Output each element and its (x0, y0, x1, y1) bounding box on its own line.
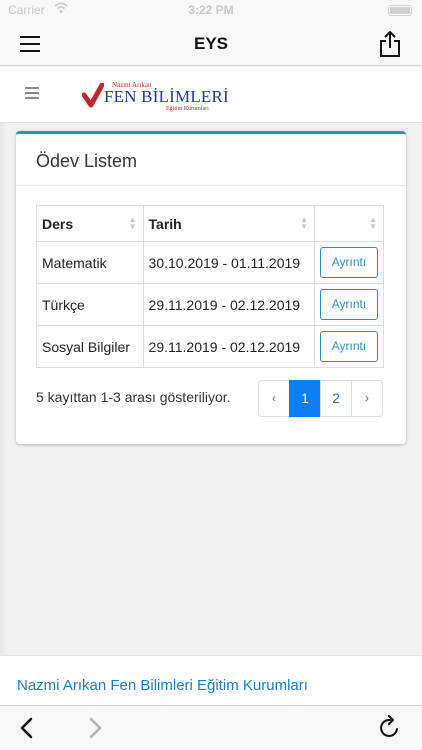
detail-button[interactable]: Ayrıntı (319, 289, 378, 320)
status-time: 3:22 PM (188, 3, 234, 17)
cell-action: Ayrıntı (313, 325, 385, 368)
previous-page-button[interactable]: ‹ (258, 380, 290, 417)
column-header-label: Ders (42, 215, 74, 232)
sort-icon: ▲ ▼ (300, 215, 308, 231)
menu-icon[interactable] (20, 36, 40, 52)
cell-action: Ayrıntı (313, 283, 385, 326)
web-header: Nazmi Arıkan FEN BİLİMLERİ Eğitim Kuruml… (0, 67, 422, 123)
detail-button[interactable]: Ayrıntı (319, 331, 378, 362)
logo-check-icon (82, 83, 104, 108)
cell-ders: Türkçe (36, 283, 144, 326)
homework-table: Ders ▲ ▼ Tarih ▲ ▼ ▲ ▼ Matematik 30.10.2019… (36, 205, 385, 368)
column-header-actions[interactable]: ▲ ▼ (313, 205, 385, 242)
cell-tarih: 29.11.2019 - 02.12.2019 (142, 283, 315, 326)
page-1-button[interactable]: 1 (289, 380, 321, 417)
table-row: Türkçe 29.11.2019 - 02.12.2019 Ayrıntı (36, 283, 385, 326)
hamburger-icon[interactable] (25, 87, 39, 99)
app-title: EYS (193, 34, 229, 53)
column-header-ders[interactable]: Ders ▲ ▼ (36, 205, 144, 242)
footer-link[interactable]: Nazmi Arıkan Fen Bilimleri Eğitim Kuruml… (17, 677, 308, 694)
cell-ders: Sosyal Bilgiler (36, 325, 144, 368)
cell-ders: Matematik (36, 241, 144, 284)
column-header-tarih[interactable]: Tarih ▲ ▼ (142, 205, 315, 242)
forward-arrow-icon[interactable] (82, 715, 106, 741)
sort-icon: ▲ ▼ (369, 215, 377, 231)
page-footer: Nazmi Arıkan Fen Bilimleri Eğitim Kuruml… (0, 655, 422, 705)
records-info: 5 kayıttan 1-3 arası gösteriliyor. (36, 389, 231, 405)
logo-sub-text: Eğitim Kurumları (166, 106, 209, 112)
reload-icon[interactable] (378, 715, 402, 741)
back-arrow-icon[interactable] (16, 715, 40, 741)
pagination: ‹ 1 2 › (258, 380, 383, 417)
card-divider (16, 185, 406, 186)
cell-tarih: 29.11.2019 - 02.12.2019 (142, 325, 315, 368)
cell-tarih: 30.10.2019 - 01.11.2019 (142, 241, 315, 284)
table-header-row: Ders ▲ ▼ Tarih ▲ ▼ ▲ ▼ (36, 205, 385, 242)
card-title: Ödev Listem (36, 151, 138, 171)
detail-button[interactable]: Ayrıntı (319, 247, 378, 278)
app-navigation-bar: EYS (0, 22, 422, 66)
table-row: Matematik 30.10.2019 - 01.11.2019 Ayrınt… (36, 241, 385, 284)
next-page-button[interactable]: › (351, 380, 383, 417)
homework-card: Ödev Listem Ders ▲ ▼ Tarih ▲ ▼ ▲ ▼ Matem… (16, 131, 406, 444)
sort-icon: ▲ ▼ (128, 215, 137, 231)
table-row: Sosyal Bilgiler 29.11.2019 - 02.12.2019 … (36, 325, 385, 368)
status-bar: Carrier 3:22 PM (0, 0, 422, 22)
school-logo[interactable]: Nazmi Arıkan FEN BİLİMLERİ Eğitim Kuruml… (82, 81, 229, 115)
logo-main-text: FEN BİLİMLERİ (104, 87, 229, 106)
page-2-button[interactable]: 2 (320, 380, 352, 417)
battery-icon (388, 5, 412, 16)
share-icon[interactable] (378, 30, 402, 58)
browser-toolbar (0, 705, 422, 750)
column-header-label: Tarih (148, 215, 182, 232)
cell-action: Ayrıntı (313, 241, 385, 284)
side-drawer-edge (0, 123, 8, 655)
